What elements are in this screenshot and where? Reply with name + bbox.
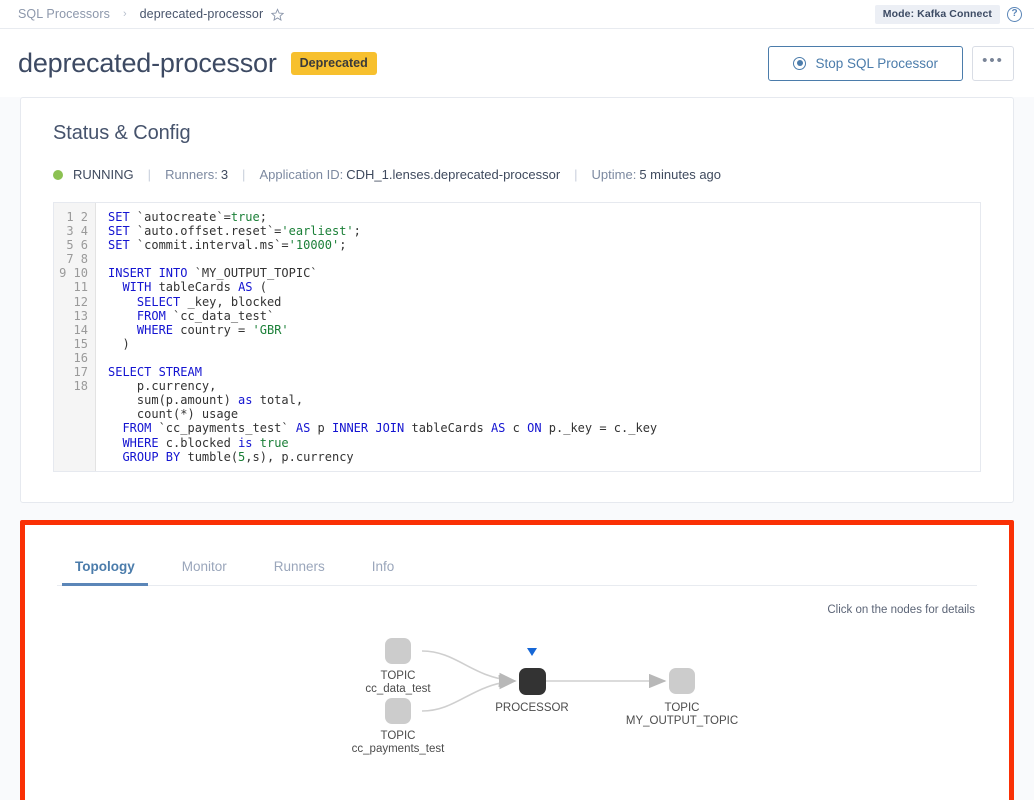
application-id-value: CDH_1.lenses.deprecated-processor [346,167,561,182]
topology-node-processor[interactable] [519,667,546,695]
question-mark-icon[interactable]: ? [1007,6,1022,22]
tab-bar: Topology Monitor Runners Info [57,551,977,586]
topology-graph[interactable]: TOPIC cc_data_test TOPIC cc_payments_tes… [57,626,977,800]
status-state: RUNNING [73,167,134,182]
page-title: deprecated-processor [18,47,277,78]
tab-runners[interactable]: Runners [274,551,325,585]
topology-label-cc-payments-test: TOPIC cc_payments_test [352,730,445,757]
uptime-label: Uptime: [591,167,637,182]
status-separator-2: | [242,167,246,182]
topology-label-processor: PROCESSOR [495,702,569,716]
tab-topology[interactable]: Topology [62,551,148,586]
status-dot-running [53,169,63,180]
code-line-numbers: 1 2 3 4 5 6 7 8 9 10 11 12 13 14 15 16 1… [54,203,96,471]
topology-panel-highlight: Topology Monitor Runners Info Click on the … [20,519,1014,800]
runners-label: Runners: [165,167,218,182]
breadcrumb-bar: SQL Processors › deprecated-processor Mo… [0,0,1034,29]
stop-circle-icon [793,56,807,70]
topology-hint: Click on the nodes for details [827,603,975,616]
topology-node-topic-my-output-topic[interactable] [669,667,695,694]
page-header: deprecated-processor Deprecated Stop SQL… [0,29,1034,97]
tab-monitor[interactable]: Monitor [182,551,227,585]
tab-info[interactable]: Info [372,551,395,585]
node-name-cc-data-test: cc_data_test [365,683,431,696]
node-name-cc-payments-test: cc_payments_test [351,743,445,756]
node-kind-topic: TOPIC [664,701,700,714]
breadcrumb-current: deprecated-processor [139,7,264,21]
section-title-status-config: Status & Config [53,122,191,144]
node-kind-topic: TOPIC [380,669,416,682]
status-config-card: Status & Config RUNNING | Runners: 3 | A… [20,97,1014,503]
topbar-right-group: Mode: Kafka Connect ? [874,4,1022,24]
header-actions: Stop SQL Processor ••• [768,45,1014,81]
status-separator-1: | [147,167,152,182]
uptime-value: 5 minutes ago [639,167,722,182]
star-outline-icon[interactable] [271,7,285,21]
topology-label-my-output-topic: TOPIC MY_OUTPUT_TOPIC [626,702,738,729]
node-kind-topic: TOPIC [380,729,416,742]
stop-button-label: Stop SQL Processor [815,55,938,71]
code-content[interactable]: SET `autocreate`=true; SET `auto.offset.… [96,203,980,471]
mode-badge: Mode: Kafka Connect [874,4,1000,24]
node-name-my-output-topic: MY_OUTPUT_TOPIC [625,715,739,728]
status-summary-line: RUNNING | Runners: 3 | Application ID: C… [53,167,981,182]
status-badge-deprecated: Deprecated [290,51,377,75]
page-body: Status & Config RUNNING | Runners: 3 | A… [0,97,1034,800]
status-separator-3: | [574,167,578,182]
sql-code-block[interactable]: 1 2 3 4 5 6 7 8 9 10 11 12 13 14 15 16 1… [53,202,981,472]
collapse-caret-icon[interactable] [527,647,537,656]
topology-label-cc-data-test: TOPIC cc_data_test [365,670,430,697]
runners-value: 3 [220,167,229,182]
node-kind-processor: PROCESSOR [495,701,569,714]
application-id-label: Application ID: [259,167,344,182]
breadcrumb-root[interactable]: SQL Processors [18,7,110,21]
topology-node-topic-cc-payments-test[interactable] [385,697,411,724]
topology-panel: Topology Monitor Runners Info Click on the … [25,550,1009,800]
more-options-button[interactable]: ••• [972,45,1014,81]
topology-node-topic-cc-data-test[interactable] [385,637,411,664]
breadcrumb-separator: › [122,8,127,20]
edge-data-test-to-processor [421,649,517,687]
stop-sql-processor-button[interactable]: Stop SQL Processor [768,45,963,81]
